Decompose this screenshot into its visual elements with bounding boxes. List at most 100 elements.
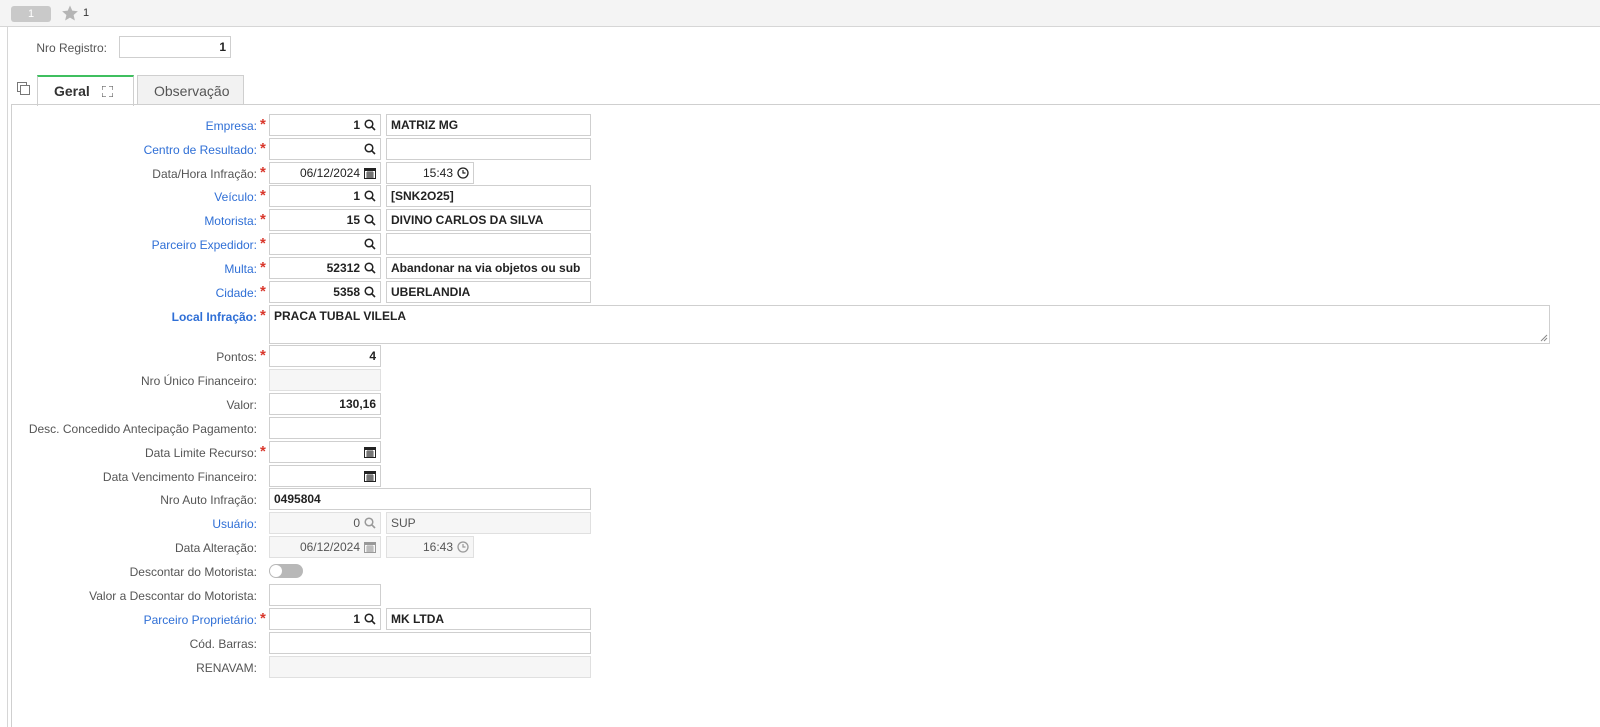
clock-icon[interactable]: [457, 167, 469, 179]
descontar-motorista-toggle[interactable]: [269, 564, 303, 578]
cod-barras-label: Cód. Barras:: [189, 637, 257, 651]
local-infracao-value: PRACA TUBAL VILELA: [274, 309, 406, 323]
parceiro-expedidor-desc-field[interactable]: [386, 233, 591, 255]
pontos-label: Pontos:: [216, 350, 257, 364]
cod-barras-field[interactable]: [269, 632, 591, 654]
star-icon[interactable]: [61, 4, 79, 22]
required-mark: *: [260, 347, 266, 364]
clock-icon: [457, 541, 469, 553]
favorite-count: 1: [83, 7, 90, 19]
local-infracao-label[interactable]: Local Infração:: [20, 310, 257, 324]
renavam-label: RENAVAM:: [196, 661, 257, 675]
search-icon[interactable]: [364, 613, 376, 625]
centro-resultado-label[interactable]: Centro de Resultado:: [20, 143, 257, 157]
veiculo-desc-field[interactable]: [SNK2O25]: [386, 185, 591, 207]
veiculo-code-field[interactable]: 1: [269, 185, 381, 207]
search-icon[interactable]: [364, 119, 376, 131]
top-bar: 1 1: [0, 0, 1600, 27]
search-icon[interactable]: [364, 143, 376, 155]
desc-antecipacao-field[interactable]: [269, 417, 381, 439]
pontos-field[interactable]: 4: [269, 345, 381, 367]
usuario-code-field: 0: [269, 512, 381, 534]
required-mark: *: [260, 164, 266, 181]
empresa-code-field[interactable]: 1: [269, 114, 381, 136]
required-mark: *: [260, 259, 266, 276]
motorista-desc-field[interactable]: DIVINO CARLOS DA SILVA: [386, 209, 591, 231]
desc-antecipacao-label: Desc. Concedido Antecipação Pagamento:: [28, 422, 257, 436]
copy-icon[interactable]: [17, 82, 31, 96]
tab-observacao[interactable]: Observação: [137, 75, 244, 105]
motorista-label[interactable]: Motorista:: [20, 214, 257, 228]
veiculo-label[interactable]: Veículo:: [20, 190, 257, 204]
tab-geral[interactable]: Geral: [37, 75, 134, 106]
local-infracao-textarea[interactable]: PRACA TUBAL VILELA: [269, 305, 1550, 344]
required-mark: *: [260, 187, 266, 204]
toggle-knob: [270, 565, 282, 577]
registro-field[interactable]: 1: [119, 36, 231, 58]
required-mark: *: [260, 140, 266, 157]
data-alteracao-field: 06/12/2024: [269, 536, 381, 558]
descontar-motorista-label: Descontar do Motorista:: [129, 565, 257, 579]
data-hora-infracao-label: Data/Hora Infração:: [152, 167, 257, 181]
empresa-desc-field[interactable]: MATRIZ MG: [386, 114, 591, 136]
valor-descontar-motorista-field[interactable]: [269, 584, 381, 606]
parceiro-expedidor-label[interactable]: Parceiro Expedidor:: [20, 238, 257, 252]
parceiro-proprietario-label[interactable]: Parceiro Proprietário:: [20, 613, 257, 627]
calendar-icon: [364, 542, 376, 553]
parceiro-proprietario-desc-field[interactable]: MK LTDA: [386, 608, 591, 630]
calendar-icon[interactable]: [364, 470, 376, 482]
search-icon: [364, 517, 376, 529]
record-nav-pill[interactable]: 1: [11, 6, 51, 22]
centro-resultado-code-field[interactable]: [269, 138, 381, 160]
calendar-icon[interactable]: [364, 446, 376, 458]
data-limite-recurso-label: Data Limite Recurso:: [144, 446, 257, 460]
data-alteracao-label: Data Alteração:: [174, 541, 257, 555]
tab-geral-label: Geral: [54, 83, 90, 99]
multa-label[interactable]: Multa:: [20, 262, 257, 276]
required-mark: *: [260, 211, 266, 228]
tab-observacao-label: Observação: [154, 83, 230, 99]
registro-label: Nro Registro:: [36, 41, 107, 55]
required-mark: *: [260, 283, 266, 300]
left-border: [7, 27, 8, 727]
cidade-code-field[interactable]: 5358: [269, 281, 381, 303]
search-icon[interactable]: [364, 286, 376, 298]
search-icon[interactable]: [364, 262, 376, 274]
data-vencimento-financeiro-label: Data Vencimento Financeiro:: [102, 470, 257, 484]
renavam-field: [269, 656, 591, 678]
required-mark: *: [260, 235, 266, 252]
parceiro-proprietario-code-field[interactable]: 1: [269, 608, 381, 630]
required-mark: *: [260, 610, 266, 627]
hora-alteracao-field: 16:43: [386, 536, 474, 558]
resize-icon[interactable]: [1540, 334, 1548, 342]
valor-descontar-motorista-label: Valor a Descontar do Motorista:: [89, 589, 257, 603]
parceiro-expedidor-code-field[interactable]: [269, 233, 381, 255]
centro-resultado-desc-field[interactable]: [386, 138, 591, 160]
expand-icon[interactable]: [102, 86, 113, 97]
nro-auto-infracao-label: Nro Auto Infração:: [160, 493, 257, 507]
usuario-label[interactable]: Usuário:: [20, 517, 257, 531]
search-icon[interactable]: [364, 214, 376, 226]
data-limite-recurso-field[interactable]: [269, 441, 381, 463]
required-mark: *: [260, 443, 266, 460]
calendar-icon[interactable]: [364, 167, 376, 179]
multa-code-field[interactable]: 52312: [269, 257, 381, 279]
data-vencimento-financeiro-field[interactable]: [269, 465, 381, 487]
nro-unico-financeiro-field: [269, 369, 381, 391]
required-mark: *: [260, 307, 266, 324]
data-infracao-field[interactable]: 06/12/2024: [269, 162, 381, 184]
valor-field[interactable]: 130,16: [269, 393, 381, 415]
multa-desc-field[interactable]: Abandonar na via objetos ou sub: [386, 257, 591, 279]
valor-label: Valor:: [226, 398, 257, 412]
nro-unico-financeiro-label: Nro Único Financeiro:: [140, 374, 257, 388]
empresa-label[interactable]: Empresa:: [20, 119, 257, 133]
nro-auto-infracao-field[interactable]: 0495804: [269, 488, 591, 510]
cidade-label[interactable]: Cidade:: [20, 286, 257, 300]
search-icon[interactable]: [364, 190, 376, 202]
hora-infracao-field[interactable]: 15:43: [386, 162, 474, 184]
usuario-desc-field: SUP: [386, 512, 591, 534]
motorista-code-field[interactable]: 15: [269, 209, 381, 231]
search-icon[interactable]: [364, 238, 376, 250]
required-mark: *: [260, 116, 266, 133]
cidade-desc-field[interactable]: UBERLANDIA: [386, 281, 591, 303]
